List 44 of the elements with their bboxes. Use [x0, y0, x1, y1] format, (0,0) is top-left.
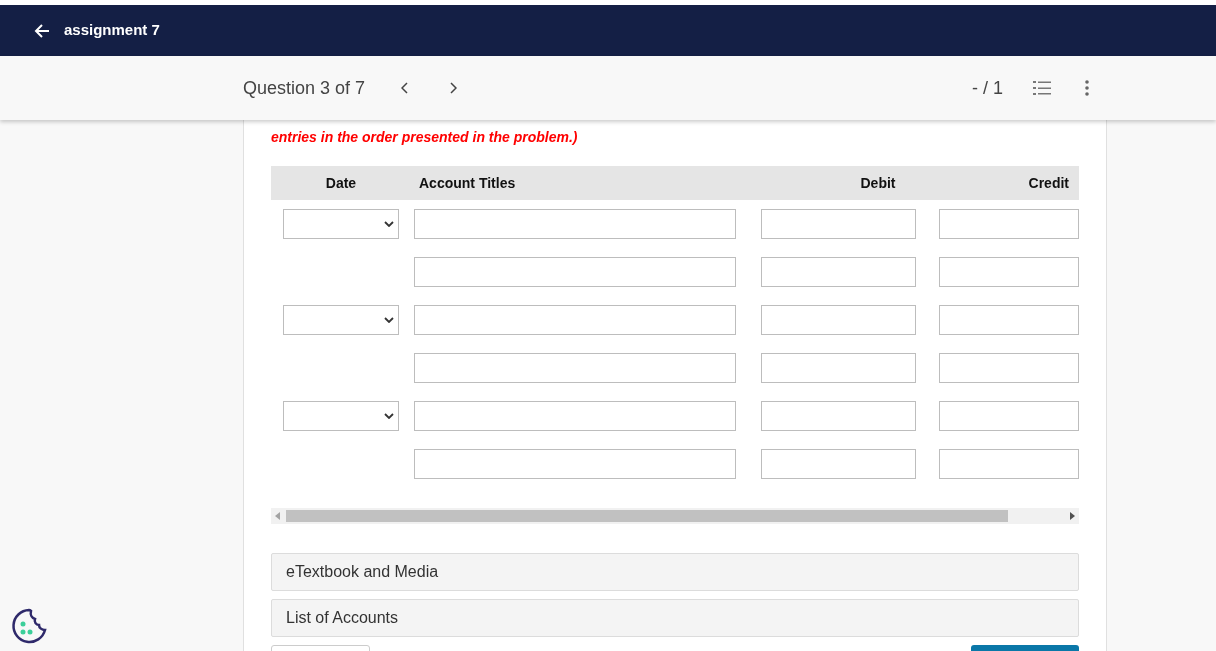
account-title-field[interactable] — [413, 449, 736, 479]
account-title-field[interactable] — [413, 353, 736, 383]
score: - / 1 — [972, 76, 1003, 100]
scrollbar-thumb[interactable] — [286, 510, 1008, 522]
credit-field[interactable] — [939, 353, 1079, 383]
instruction-text: entries in the order presented in the problem.) — [271, 128, 579, 147]
list-icon[interactable] — [1033, 81, 1051, 95]
date-select[interactable] — [283, 209, 399, 239]
account-title-field[interactable] — [413, 209, 736, 239]
column-header: Debit — [859, 173, 897, 193]
credit-field[interactable] — [939, 449, 1079, 479]
account-title-field[interactable] — [413, 305, 736, 335]
question-counter: Question 3 of 7 — [243, 76, 366, 100]
debit-field[interactable] — [761, 257, 916, 287]
back-arrow-icon[interactable] — [34, 22, 50, 39]
cookie-icon[interactable] — [11, 608, 48, 645]
chevron-down-icon — [384, 221, 394, 227]
date-select[interactable] — [283, 305, 399, 335]
next-icon[interactable] — [449, 82, 458, 94]
scroll-left-icon[interactable] — [275, 512, 280, 520]
debit-field[interactable] — [761, 353, 916, 383]
debit-field[interactable] — [761, 449, 916, 479]
column-header: Date — [324, 173, 358, 193]
more-icon[interactable] — [1085, 80, 1089, 96]
section-header[interactable]: List of Accounts — [271, 599, 1079, 637]
debit-field[interactable] — [761, 209, 916, 239]
account-title-field[interactable] — [413, 401, 736, 431]
date-select[interactable] — [283, 401, 399, 431]
credit-field[interactable] — [939, 305, 1079, 335]
scroll-right-icon[interactable] — [1070, 512, 1075, 520]
debit-field[interactable] — [761, 305, 916, 335]
credit-field[interactable] — [939, 209, 1079, 239]
column-header: Credit — [1028, 173, 1069, 193]
chevron-down-icon — [384, 317, 394, 323]
credit-field[interactable] — [939, 257, 1079, 287]
debit-field[interactable] — [761, 401, 916, 431]
section-header[interactable]: eTextbook and Media — [271, 553, 1079, 591]
credit-field[interactable] — [939, 401, 1079, 431]
previous-icon[interactable] — [401, 82, 410, 94]
account-title-field[interactable] — [413, 257, 736, 287]
horizontal-scrollbar[interactable] — [271, 508, 1079, 524]
assignment-title: assignment 7 — [64, 20, 160, 41]
column-header: Account Titles — [419, 173, 517, 193]
chevron-down-icon — [384, 413, 394, 419]
